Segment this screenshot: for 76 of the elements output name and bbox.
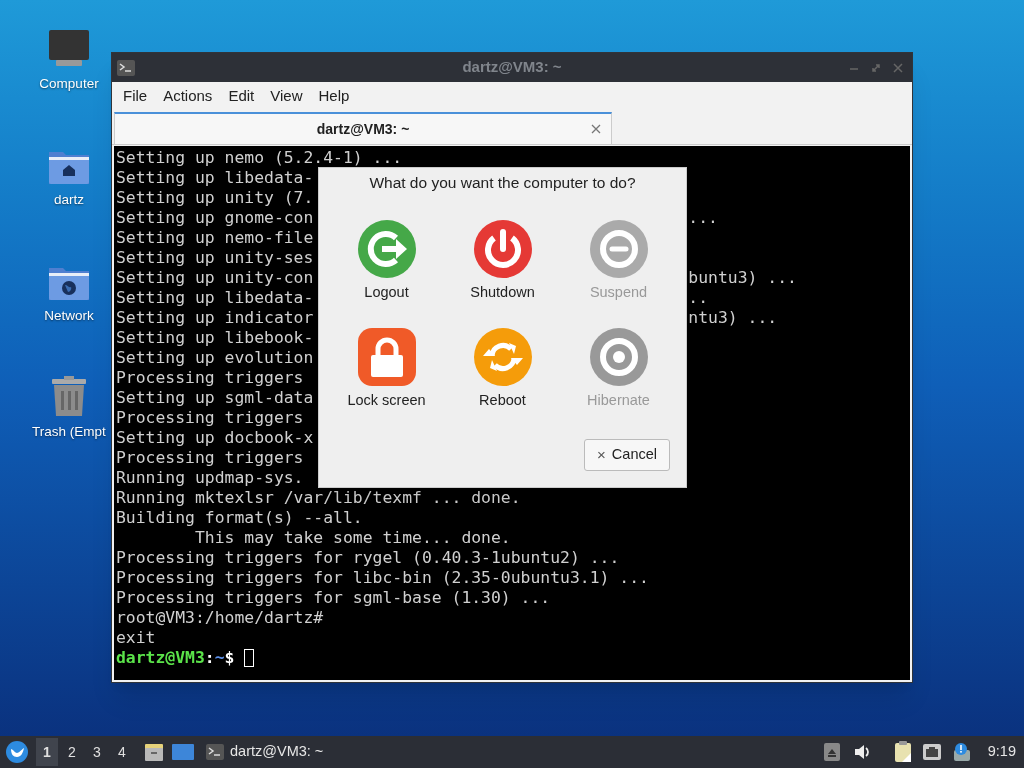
- icon-label[interactable]: Computer: [39, 74, 99, 95]
- close-icon: [893, 62, 903, 73]
- window-title: dartz@VM3: ~: [462, 57, 562, 78]
- action-button[interactable]: Shutdown: [449, 218, 556, 315]
- menu-item[interactable]: Actions: [155, 85, 221, 108]
- terminal-line: Setting up gnome-con: [116, 208, 314, 227]
- menu-item[interactable]: Edit: [220, 85, 263, 108]
- terminal-line: Setting up unity-con: [116, 268, 314, 287]
- icon-label[interactable]: Trash (Empt: [32, 422, 106, 443]
- prompt-user: dartz@VM3: [116, 648, 205, 668]
- terminal-line: Setting up sgml-data: [116, 388, 314, 407]
- action-button[interactable]: Lock screen: [333, 326, 440, 423]
- terminal-line: Setting up unity (7.: [116, 188, 314, 207]
- cursor: [244, 649, 255, 667]
- terminal-line: Processing triggers for libc-bin (2.35-0ubuntu3.1) ...: [116, 568, 649, 587]
- terminal-line: Setting up evolution: [116, 348, 314, 367]
- clipboard-icon: [893, 741, 912, 763]
- terminal-line: Setting up nemo-file: [116, 228, 314, 247]
- workspace-button[interactable]: 3: [86, 738, 108, 766]
- taskbar-task[interactable]: dartz@VM3: ~: [206, 738, 324, 766]
- terminal-line: Setting up docbook-x: [116, 428, 314, 447]
- tab[interactable]: dartz@VM3: ~: [114, 112, 612, 144]
- start-menu-icon[interactable]: [6, 741, 28, 763]
- terminal-line: Setting up libedata-: [116, 168, 314, 187]
- power-icon: [473, 220, 532, 279]
- logout-icon: [357, 220, 416, 279]
- terminal-line: This may take some time... done.: [193, 528, 511, 547]
- refresh-icon: [473, 328, 532, 387]
- menu-item[interactable]: File: [115, 85, 156, 108]
- menu-item[interactable]: View: [262, 85, 311, 108]
- dialog-question: What do you want the computer to do?: [369, 173, 636, 193]
- terminal-line: ...: [688, 208, 718, 228]
- terminal-icon: [206, 744, 224, 760]
- terminal-line: ..: [688, 288, 709, 308]
- prompt-separator: :: [204, 648, 215, 668]
- lock-icon: [357, 328, 416, 387]
- minus-circle-icon: [589, 220, 648, 279]
- terminal-line: exit: [116, 628, 156, 647]
- workspace-button[interactable]: 4: [111, 738, 133, 766]
- prompt-path: ~: [214, 648, 225, 668]
- file-cabinet-icon[interactable]: [144, 742, 164, 762]
- cancel-button[interactable]: × Cancel: [584, 439, 670, 471]
- prompt-symbol: $: [224, 648, 235, 668]
- terminal-line: ntu3) ...: [688, 308, 778, 328]
- terminal-line: Setting up libedata-: [116, 288, 314, 307]
- terminal-line: Setting up nemo (5.2.4-1) ...: [116, 148, 403, 167]
- terminal-line: Setting up libebook-: [116, 328, 314, 347]
- terminal-line: Setting up indicator: [116, 308, 314, 327]
- action-button[interactable]: Logout: [333, 218, 440, 315]
- terminal-line: Processing triggers: [116, 408, 304, 427]
- terminal-line: root@VM3:/home/dartz#: [116, 608, 324, 627]
- tab-label: dartz@VM3: ~: [316, 119, 410, 139]
- network-icon: [921, 743, 942, 761]
- terminal-line: Building format(s) --all.: [116, 508, 363, 527]
- action-button[interactable]: Reboot: [449, 326, 556, 423]
- terminal-line: Processing triggers for sgml-base (1.30) ...: [116, 588, 551, 607]
- terminal-line: Running mktexlsr /var/lib/texmf ... done.: [116, 488, 521, 507]
- close-icon: [591, 124, 601, 134]
- clock[interactable]: 9:19: [987, 741, 1016, 763]
- workspace-button[interactable]: 1: [36, 738, 58, 766]
- terminal-line: Processing triggers: [116, 448, 304, 467]
- workspace-button[interactable]: 2: [61, 738, 83, 766]
- maximize-icon: [871, 62, 881, 73]
- terminal-line: Processing triggers: [116, 368, 304, 387]
- menu-item[interactable]: Help: [310, 85, 358, 108]
- target-icon: [589, 328, 648, 387]
- notification-icon: [951, 742, 972, 762]
- icon-label[interactable]: Network: [44, 306, 94, 327]
- terminal-line: Running updmap-sys.: [116, 468, 304, 487]
- terminal-icon: [117, 59, 135, 76]
- speaker-icon: [853, 744, 872, 760]
- terminal-line: buntu3) ...: [688, 268, 797, 288]
- terminal-line: Processing triggers for rygel (0.40.3-1ubuntu2) ...: [116, 548, 620, 567]
- icon-label[interactable]: dartz: [54, 190, 84, 211]
- terminal-line: Setting up unity-ses: [116, 248, 314, 267]
- desktop-icon[interactable]: [172, 743, 194, 761]
